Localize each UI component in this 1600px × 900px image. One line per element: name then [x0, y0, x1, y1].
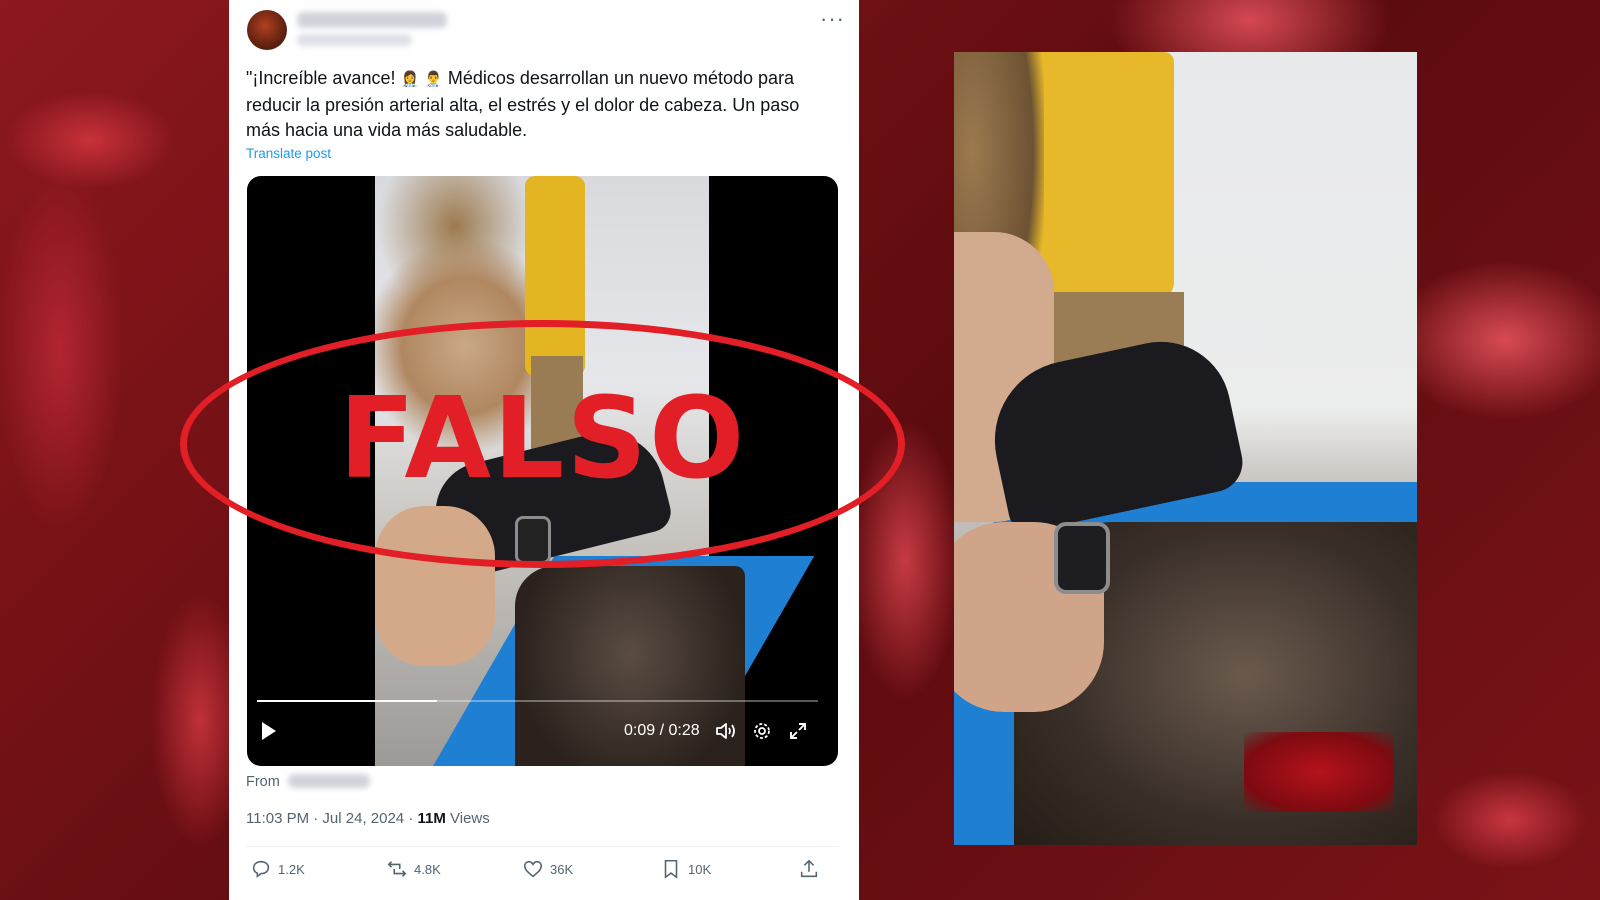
views-label: Views	[445, 810, 490, 827]
like-count: 36K	[550, 861, 574, 877]
post-actions: 1.2K 4.8K 36K 10K	[246, 858, 838, 882]
photo-smartwatch	[1054, 522, 1110, 594]
post-meta: 11:03 PM · Jul 24, 2024 · 11M Views	[246, 810, 490, 827]
more-horizontal-icon[interactable]: ···	[820, 6, 845, 32]
repost-button[interactable]: 4.8K	[386, 858, 441, 880]
repost-icon	[387, 861, 407, 877]
video-progress-fill	[257, 700, 437, 702]
bookmark-count: 10K	[688, 861, 712, 877]
health-worker-man-emoji: 👨‍⚕️	[424, 71, 443, 88]
avatar[interactable]	[247, 10, 287, 50]
post-timestamp[interactable]: 11:03 PM · Jul 24, 2024 ·	[246, 810, 417, 827]
author-name-blurred[interactable]	[297, 12, 447, 28]
reply-button[interactable]: 1.2K	[250, 858, 305, 880]
views-count: 11M	[417, 810, 446, 827]
repost-count: 4.8K	[414, 861, 441, 877]
video-source: From	[246, 772, 370, 790]
divider	[246, 846, 838, 847]
reply-icon	[252, 860, 270, 878]
share-icon	[800, 859, 818, 878]
volume-icon[interactable]	[715, 721, 737, 746]
author-handle-blurred[interactable]	[297, 34, 412, 46]
play-icon[interactable]	[259, 720, 279, 747]
reply-count: 1.2K	[278, 861, 305, 877]
photo-blood-pool	[1244, 732, 1394, 812]
like-button[interactable]: 36K	[522, 858, 573, 880]
from-label: From	[246, 774, 280, 790]
translate-post-link[interactable]: Translate post	[246, 146, 331, 161]
settings-gear-icon[interactable]	[752, 721, 772, 746]
video-progress-bar[interactable]	[257, 700, 818, 702]
fullscreen-icon[interactable]	[788, 721, 808, 746]
post-text: "¡Increíble avance! 👩‍⚕️ 👨‍⚕️ Médicos de…	[246, 66, 826, 144]
bookmark-icon	[664, 859, 678, 879]
post-text-intro: "¡Increíble avance!	[246, 68, 401, 88]
bookmark-button[interactable]: 10K	[660, 858, 711, 880]
video-time-display: 0:09 / 0:28	[624, 722, 700, 739]
enlarged-video-frame	[954, 52, 1417, 845]
heart-icon	[523, 860, 543, 878]
share-button[interactable]	[798, 858, 820, 880]
falso-stamp-label: FALSO	[338, 374, 747, 504]
health-worker-woman-emoji: 👩‍⚕️	[400, 71, 420, 88]
source-account-blurred[interactable]	[287, 774, 370, 788]
